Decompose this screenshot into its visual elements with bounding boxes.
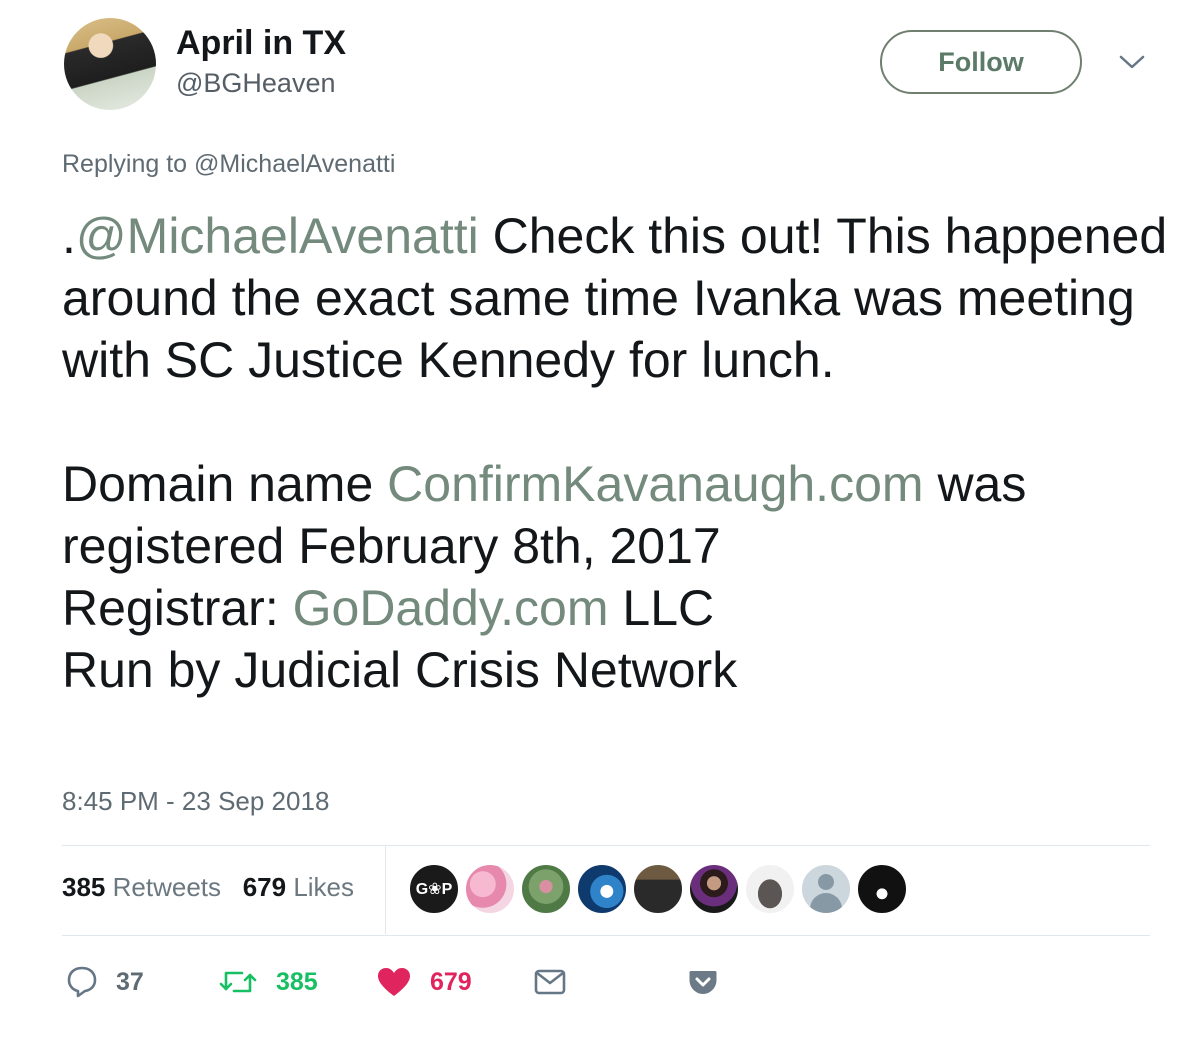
retweets-label: Retweets xyxy=(112,872,222,902)
reply-count: 37 xyxy=(116,967,144,996)
tweet-stats: 385 Retweets 679 Likes xyxy=(62,872,354,903)
retweets-stat[interactable]: 385 Retweets xyxy=(62,872,221,902)
reply-button[interactable]: 37 xyxy=(66,962,144,1002)
liker-avatar[interactable] xyxy=(632,863,684,915)
registrar-suffix: LLC xyxy=(608,580,715,636)
heart-icon xyxy=(378,968,410,996)
liker-avatars: G❀P xyxy=(408,863,912,915)
direct-message-button[interactable] xyxy=(534,962,566,1002)
retweets-count: 385 xyxy=(62,872,106,902)
follow-button[interactable]: Follow xyxy=(880,30,1082,94)
registrar-prefix: Registrar: xyxy=(62,580,293,636)
liker-avatar[interactable] xyxy=(464,863,516,915)
divider-bottom xyxy=(62,935,1150,936)
tweet-timestamp[interactable]: 8:45 PM - 23 Sep 2018 xyxy=(62,786,329,817)
retweet-count: 385 xyxy=(276,967,318,996)
liker-avatar[interactable] xyxy=(576,863,628,915)
domain-link[interactable]: ConfirmKavanaugh.com xyxy=(387,456,923,512)
liker-avatar-default[interactable] xyxy=(800,863,852,915)
chevron-down-icon[interactable] xyxy=(1118,52,1146,72)
stats-divider xyxy=(385,846,386,934)
liker-avatar[interactable] xyxy=(744,863,796,915)
likes-label: Likes xyxy=(293,872,355,902)
divider-top xyxy=(62,845,1150,846)
liker-avatar[interactable] xyxy=(688,863,740,915)
tweet-mention-link[interactable]: @MichaelAvenatti xyxy=(76,208,479,264)
likes-count: 679 xyxy=(242,872,287,902)
likes-stat[interactable]: 679 Likes xyxy=(243,872,354,902)
registrar-link[interactable]: GoDaddy.com xyxy=(293,580,609,636)
reply-icon xyxy=(67,966,97,998)
replying-to-prefix: Replying to xyxy=(62,150,188,178)
liker-avatar[interactable]: G❀P xyxy=(408,863,460,915)
retweet-button[interactable]: 385 xyxy=(218,962,318,1002)
tweet-prefix: . xyxy=(62,208,76,264)
liker-avatar[interactable] xyxy=(520,863,572,915)
tweet-text: .@MichaelAvenatti Check this out! This h… xyxy=(62,205,1172,701)
author-avatar[interactable] xyxy=(64,18,156,110)
replying-to-mention[interactable]: @MichaelAvenatti xyxy=(194,150,395,178)
like-button[interactable]: 679 xyxy=(376,962,472,1002)
pocket-button[interactable] xyxy=(688,962,718,1002)
run-by-line: Run by Judicial Crisis Network xyxy=(62,642,738,698)
like-count: 679 xyxy=(430,967,472,996)
envelope-icon xyxy=(534,969,566,995)
liker-avatar[interactable] xyxy=(856,863,908,915)
author-display-name[interactable]: April in TX xyxy=(176,24,346,63)
liker-avatar-text: G❀P xyxy=(415,881,453,898)
pocket-icon xyxy=(689,971,717,994)
domain-prefix: Domain name xyxy=(62,456,388,512)
retweet-icon xyxy=(219,971,257,993)
author-handle[interactable]: @BGHeaven xyxy=(176,68,335,99)
replying-to: Replying to @MichaelAvenatti xyxy=(62,150,395,179)
